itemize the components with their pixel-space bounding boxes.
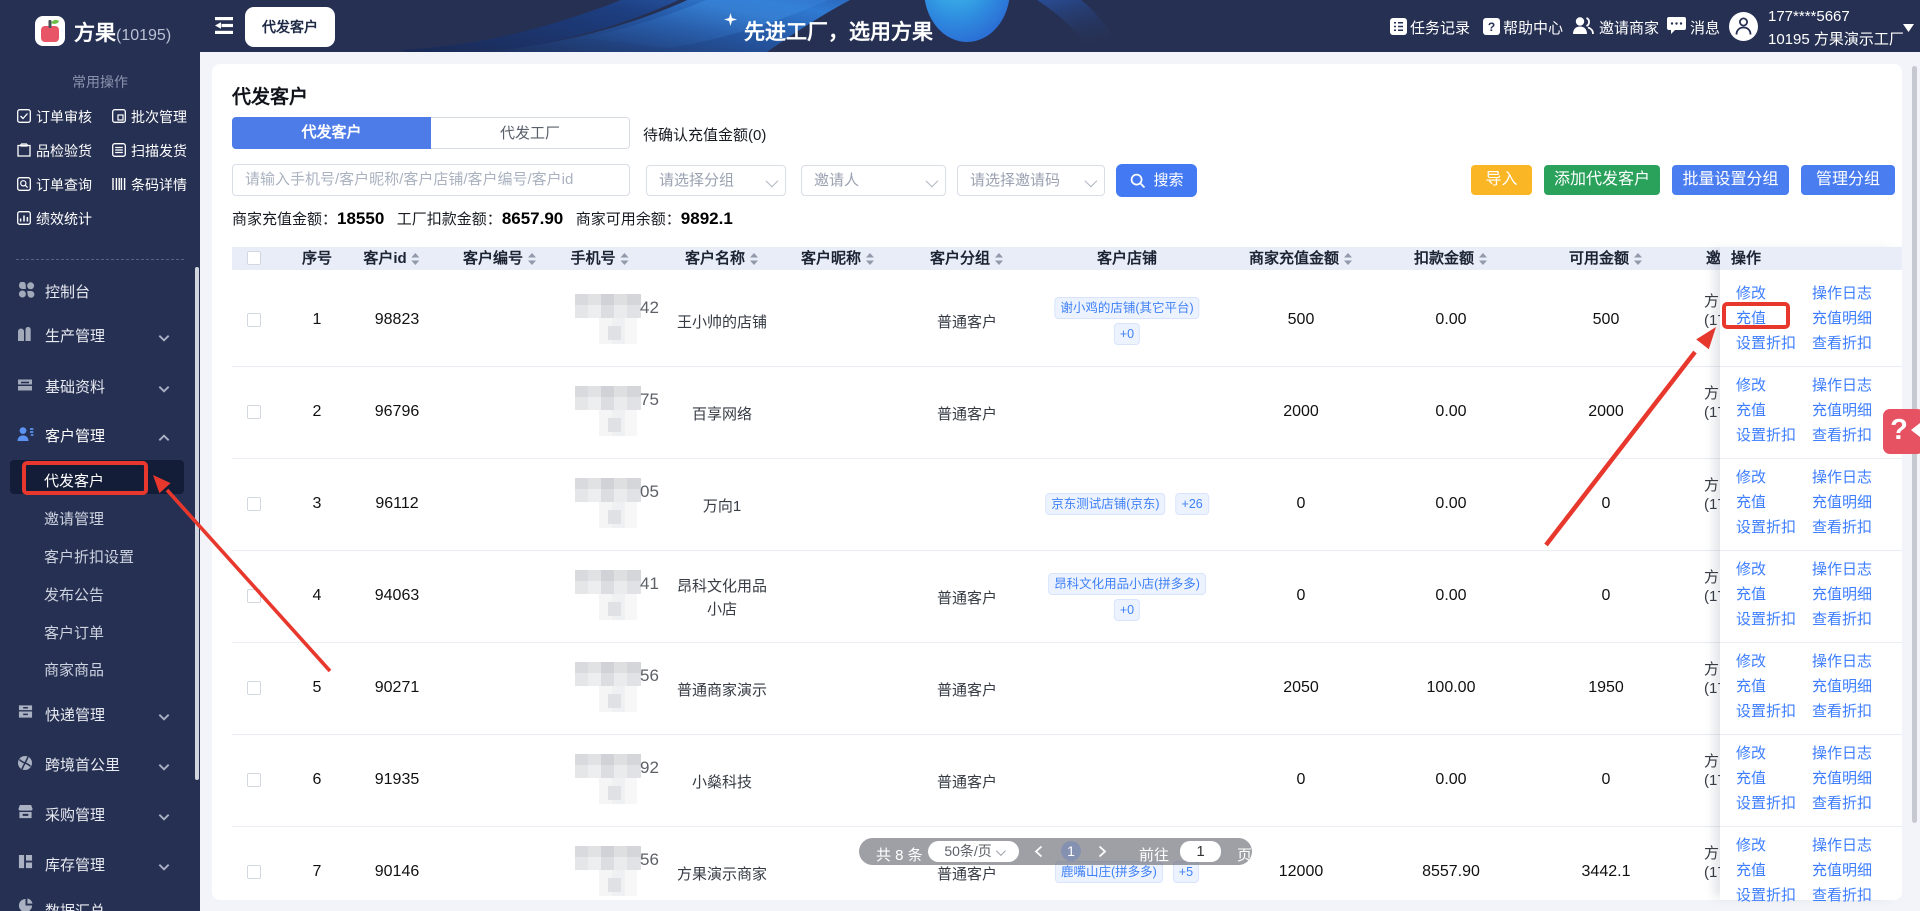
svg-text:?: ? (1488, 20, 1495, 34)
